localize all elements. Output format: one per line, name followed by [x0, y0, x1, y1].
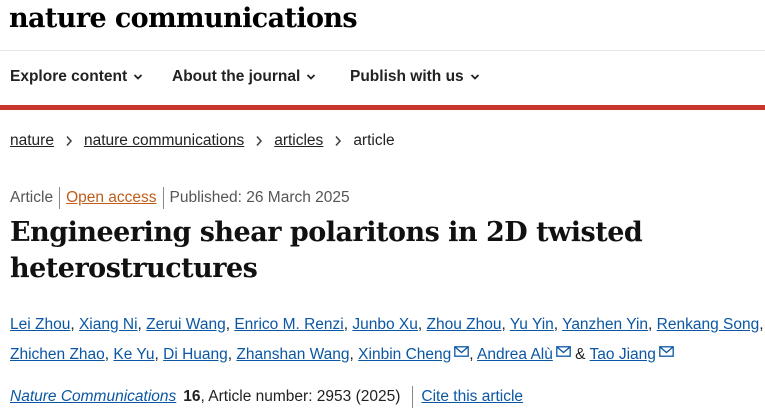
author-link[interactable]: Zhou Zhou [427, 316, 502, 333]
author-ampersand: & [575, 346, 586, 363]
breadcrumb-articles[interactable]: articles [274, 132, 323, 150]
author-link[interactable]: Ke Yu [113, 346, 154, 363]
nav-explore-content[interactable]: Explore content [10, 68, 143, 86]
article-meta: Article Open access Published: 26 March … [10, 187, 350, 209]
author-link[interactable]: Lei Zhou [10, 316, 70, 333]
header-divider [0, 50, 765, 51]
author-link[interactable]: Yanzhen Yin [562, 316, 648, 333]
chevron-down-icon [134, 74, 143, 80]
author-link[interactable]: Zhichen Zhao [10, 346, 105, 363]
journal-link[interactable]: Nature Communications [10, 388, 176, 406]
open-access-link[interactable]: Open access [66, 189, 156, 207]
author-link[interactable]: Andrea Alù [477, 346, 553, 363]
chevron-right-icon [256, 135, 263, 147]
chevron-down-icon [307, 74, 316, 80]
volume: 16 [183, 388, 201, 405]
author-link[interactable]: Xiang Ni [79, 316, 138, 333]
mail-icon[interactable] [556, 346, 571, 357]
breadcrumb: nature nature communications articles ar… [10, 132, 395, 150]
author-link[interactable]: Yu Yin [510, 316, 554, 333]
mail-icon[interactable] [659, 346, 674, 357]
author-link[interactable]: Renkang Song [657, 316, 760, 333]
chevron-right-icon [335, 135, 342, 147]
meta-divider [59, 187, 61, 209]
journal-logo[interactable]: nature communications [9, 3, 358, 34]
article-title-line-1: Engineering shear polaritons in 2D twist… [10, 217, 643, 248]
nav-publish-with-us[interactable]: Publish with us [350, 68, 480, 86]
published-date: Published: 26 March 2025 [169, 189, 350, 206]
mail-icon[interactable] [454, 346, 470, 357]
author-list: Lei Zhou, Xiang Ni, Zerui Wang, Enrico M… [10, 316, 764, 363]
breadcrumb-current: article [353, 132, 395, 149]
chevron-down-icon [470, 74, 479, 80]
citation-line: Nature Communications 16 , Article numbe… [10, 386, 523, 408]
author-link[interactable]: Zerui Wang [146, 316, 226, 333]
article-type: Article [10, 189, 54, 206]
citation-divider [412, 386, 414, 408]
accent-bar [0, 105, 765, 110]
author-link[interactable]: Enrico M. Renzi [234, 316, 343, 333]
author-link[interactable]: Junbo Xu [352, 316, 418, 333]
nav-item-label: About the journal [172, 68, 301, 85]
chevron-right-icon [66, 135, 73, 147]
breadcrumb-nature[interactable]: nature [10, 132, 54, 150]
article-title-line-2: heterostructures [10, 253, 258, 284]
cite-this-article-link[interactable]: Cite this article [421, 388, 523, 406]
article-title: Engineering shear polaritons in 2D twist… [10, 215, 750, 287]
article-number: , Article number: 2953 (2025) [200, 388, 401, 405]
author-link[interactable]: Di Huang [163, 346, 228, 363]
nav-about-journal[interactable]: About the journal [172, 68, 316, 86]
author-link[interactable]: Xinbin Cheng [358, 346, 451, 363]
nav-item-label: Publish with us [350, 68, 464, 85]
author-link[interactable]: Zhanshan Wang [236, 346, 349, 363]
nav-item-label: Explore content [10, 68, 128, 85]
author-link[interactable]: Tao Jiang [590, 346, 656, 363]
breadcrumb-nature-communications[interactable]: nature communications [84, 132, 244, 150]
meta-divider [162, 187, 164, 209]
